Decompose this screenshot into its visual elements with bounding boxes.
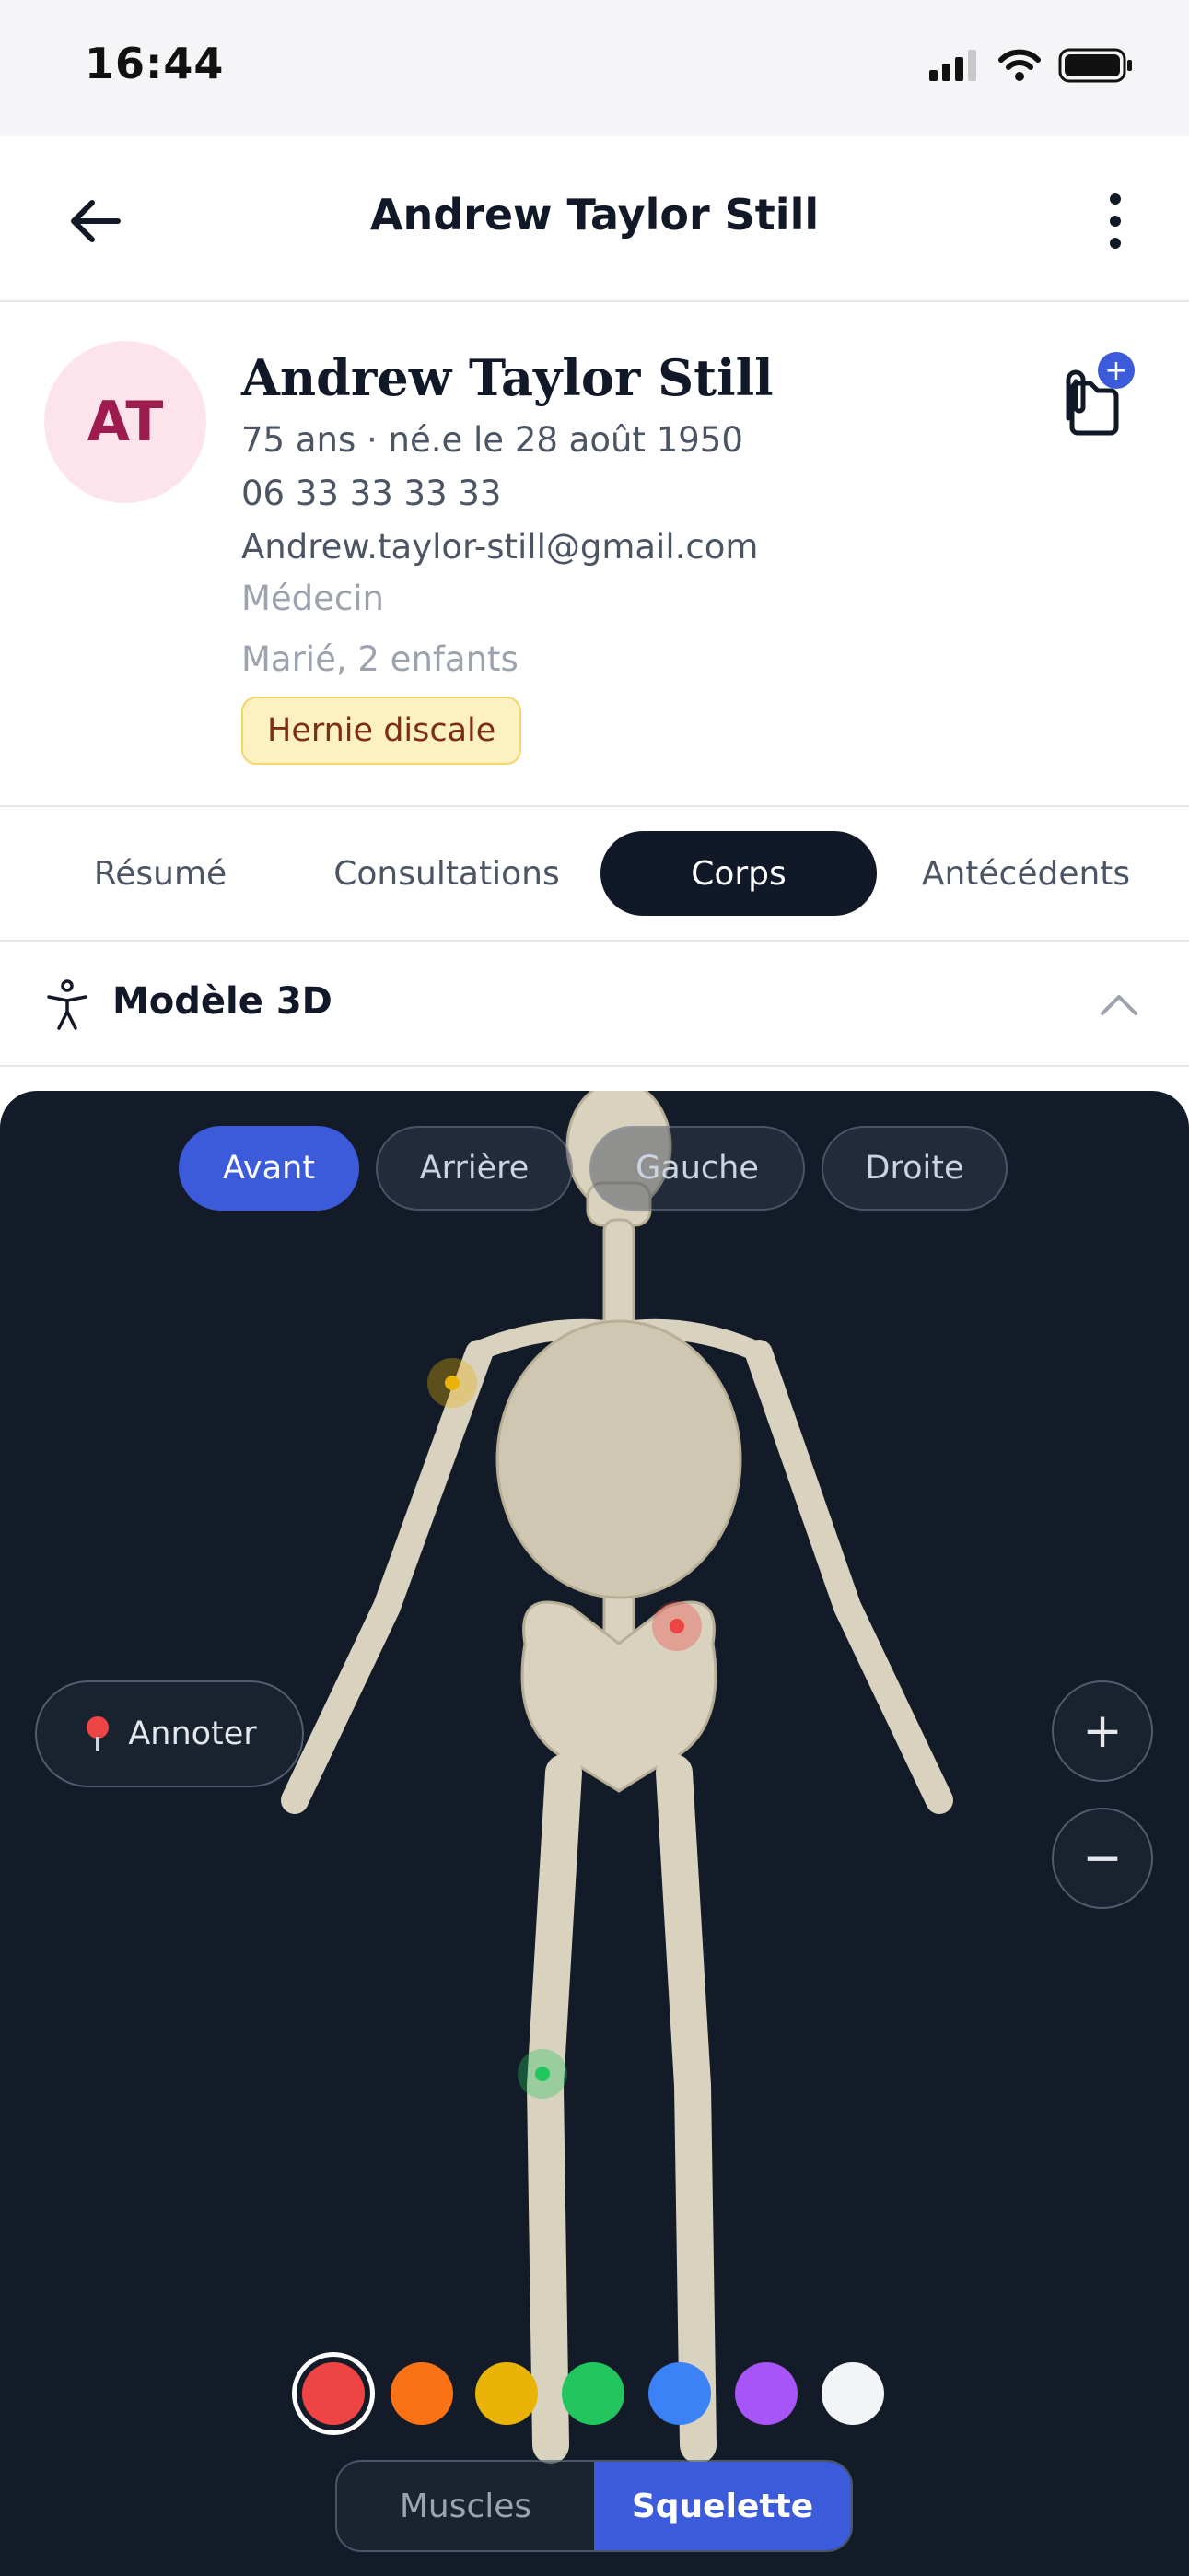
mode-skeleton[interactable]: Squelette: [594, 2462, 851, 2550]
marker-dot: [535, 2067, 550, 2081]
pin-icon: [87, 1716, 110, 1751]
marker-dot: [670, 1619, 684, 1633]
patient-age: 75 ans · né.e le 28 août 1950: [241, 420, 743, 460]
color-swatch-purple[interactable]: [735, 2362, 798, 2425]
annotation-marker-lumbar[interactable]: [652, 1601, 702, 1651]
top-app-bar: Andrew Taylor Still: [0, 136, 1189, 302]
wifi-icon: [998, 49, 1041, 81]
status-bar: 16:44: [0, 0, 1189, 136]
status-icons: [929, 48, 1134, 83]
tab-resume[interactable]: Résumé: [55, 831, 265, 916]
tab-antecedents[interactable]: Antécédents: [903, 831, 1149, 916]
layer-toggle: Muscles Squelette: [335, 2460, 853, 2552]
color-swatch-green[interactable]: [562, 2362, 624, 2425]
tab-consultations[interactable]: Consultations: [313, 831, 580, 916]
annotate-button[interactable]: Annoter: [35, 1680, 304, 1787]
color-swatch-red[interactable]: [302, 2362, 365, 2425]
color-swatch-white[interactable]: [822, 2362, 884, 2425]
section-title: Modèle 3D: [112, 980, 332, 1023]
chevron-up-icon[interactable]: [1097, 986, 1141, 1023]
3d-model-viewer[interactable]: Avant Arrière Gauche Droite Annoter + − …: [0, 1091, 1189, 2576]
view-right-button[interactable]: Droite: [822, 1126, 1008, 1211]
battery-icon: [1058, 48, 1132, 83]
patient-profession: Médecin: [241, 579, 385, 618]
patient-family-status: Marié, 2 enfants: [241, 639, 519, 679]
divider: [0, 805, 1189, 807]
color-swatch-blue[interactable]: [648, 2362, 711, 2425]
skeleton-model[interactable]: [0, 1091, 1189, 2576]
condition-badge: Hernie discale: [241, 697, 522, 765]
annotation-marker-knee[interactable]: [518, 2049, 567, 2099]
divider: [0, 1065, 1189, 1067]
patient-email[interactable]: Andrew.taylor-still@gmail.com: [241, 527, 758, 567]
avatar: AT: [44, 341, 206, 503]
tab-corps[interactable]: Corps: [600, 831, 877, 916]
mode-muscles[interactable]: Muscles: [337, 2462, 594, 2550]
status-time: 16:44: [85, 39, 225, 88]
view-left-button[interactable]: Gauche: [589, 1126, 805, 1211]
annotation-marker-shoulder[interactable]: [427, 1358, 477, 1408]
divider: [0, 940, 1189, 942]
view-back-button[interactable]: Arrière: [376, 1126, 573, 1211]
patient-phone[interactable]: 06 33 33 33 33: [241, 474, 501, 513]
color-swatch-yellow[interactable]: [475, 2362, 538, 2425]
page-title: Andrew Taylor Still: [369, 190, 820, 240]
view-front-button[interactable]: Avant: [179, 1126, 359, 1211]
marker-dot: [445, 1376, 460, 1390]
signal-icon: [929, 50, 976, 81]
add-badge-icon[interactable]: +: [1098, 352, 1135, 389]
more-options-icon[interactable]: [1078, 184, 1152, 258]
annotate-label: Annoter: [128, 1715, 257, 1752]
accessibility-person-icon: [47, 979, 87, 1030]
patient-name: Andrew Taylor Still: [241, 348, 774, 407]
color-swatch-orange[interactable]: [391, 2362, 453, 2425]
zoom-in-button[interactable]: +: [1052, 1680, 1153, 1782]
zoom-out-button[interactable]: −: [1052, 1808, 1153, 1909]
